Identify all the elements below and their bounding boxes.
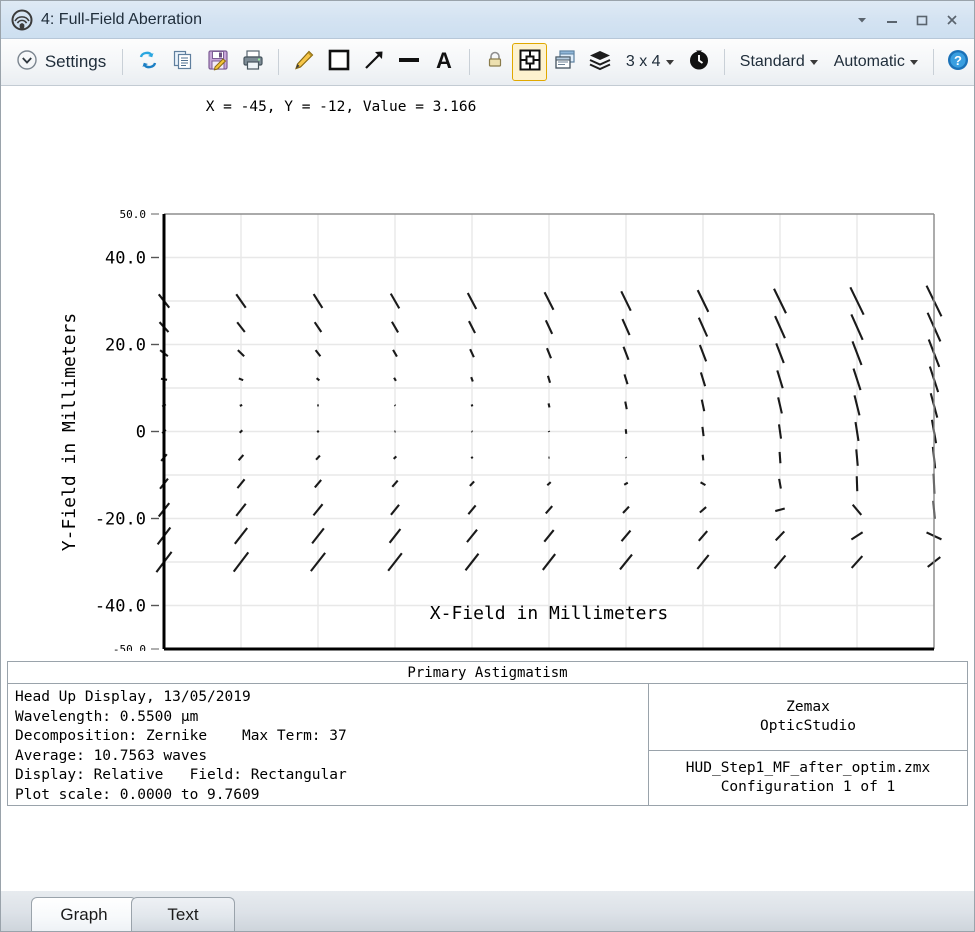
configuration-label: Configuration 1 of 1 [721,778,896,798]
plot-container: -88.5-70.8-53.1-35.4-17.7017.735.453.170… [1,86,975,651]
settings-label: Settings [45,52,106,72]
y-tick-label: -40.0 [95,597,146,617]
style-dropdown-label: Standard [740,53,805,71]
info-line: Decomposition: Zernike Max Term: 37 [15,727,648,747]
toolbar-separator [469,49,470,75]
arrow-icon [361,47,387,78]
svg-text:A: A [437,48,453,73]
draw-rectangle-button[interactable] [321,43,356,81]
toolbar-separator [122,49,123,75]
window-menu-button[interactable] [848,7,876,33]
info-line: Head Up Display, 13/05/2019 [15,688,648,708]
toolbar-separator [933,49,934,75]
save-icon [206,48,230,77]
draw-line-button[interactable] [392,43,427,81]
info-panel-body: Head Up Display, 13/05/2019 Wavelength: … [8,684,967,805]
file-name: HUD_Step1_MF_after_optim.zmx [686,759,930,779]
y-tick-label: -50.0 [113,643,146,651]
lock-button[interactable] [477,43,512,81]
application-window: 4: Full-Field Aberration [0,0,975,932]
annotate-pencil-button[interactable] [286,43,321,81]
tab-graph[interactable]: Graph [31,897,137,931]
info-right-column: Zemax OpticStudio HUD_Step1_MF_after_opt… [649,684,967,805]
y-tick-label: 50.0 [120,208,147,221]
info-line: Plot scale: 0.0000 to 9.7609 [15,786,648,806]
tab-graph-label: Graph [60,905,107,925]
text-a-icon: A [431,47,457,78]
refresh-button[interactable] [130,43,165,81]
copy-button[interactable] [165,43,200,81]
client-area: -88.5-70.8-53.1-35.4-17.7017.735.453.170… [1,86,975,891]
y-tick-label: 40.0 [105,249,146,269]
line-icon [396,47,422,78]
file-box: HUD_Step1_MF_after_optim.zmx Configurati… [649,751,967,805]
info-line: Wavelength: 0.5500 µm [15,708,648,728]
brand-line: Zemax [786,698,830,718]
tab-text[interactable]: Text [131,897,235,931]
plot-tick-labels: -88.5-70.8-53.1-35.4-17.7017.735.453.170… [95,208,953,651]
info-line: Average: 10.7563 waves [15,747,648,767]
info-details: Head Up Display, 13/05/2019 Wavelength: … [8,684,649,805]
grid-size-dropdown[interactable]: 3 x 4 [618,44,682,80]
layers-icon [588,48,612,77]
scale-dropdown[interactable]: Automatic [826,44,926,80]
close-button[interactable] [938,7,966,33]
pencil-icon [292,48,316,77]
chevron-down-circle-icon [16,49,38,76]
settings-button[interactable]: Settings [9,43,115,81]
brand-line: OpticStudio [760,717,856,737]
toolbar-separator [278,49,279,75]
svg-text:?: ? [954,53,962,68]
print-icon [241,48,265,77]
info-panel-title: Primary Astigmatism [8,662,967,684]
y-tick-label: -20.0 [95,510,146,530]
timer-button[interactable] [682,43,717,81]
y-tick-label: 20.0 [105,336,146,356]
minimize-button[interactable] [878,7,906,33]
toolbar: Settings [1,39,975,86]
layers-button[interactable] [583,43,618,81]
window-controls [848,7,975,33]
refresh-icon [136,48,160,77]
tab-strip: Graph Text [1,891,975,932]
chevron-down-icon [810,60,818,65]
info-panel: Primary Astigmatism Head Up Display, 13/… [7,661,968,806]
draw-arrow-button[interactable] [356,43,391,81]
print-button[interactable] [236,43,271,81]
toolbar-separator [724,49,725,75]
clone-window-icon [553,48,577,77]
scale-dropdown-label: Automatic [834,53,905,71]
tab-text-label: Text [167,905,198,925]
plot-readout-title: X = -45, Y = -12, Value = 3.166 [206,99,477,115]
add-text-button[interactable]: A [427,43,462,81]
help-button[interactable]: ? [941,43,975,81]
title-bar: 4: Full-Field Aberration [1,1,975,39]
square-icon [326,47,352,78]
full-field-aberration-plot[interactable]: -88.5-70.8-53.1-35.4-17.7017.735.453.170… [1,86,975,651]
clone-window-button[interactable] [547,43,582,81]
brand-box: Zemax OpticStudio [649,684,967,751]
clock-icon [687,48,711,77]
grid-window-icon [518,48,542,77]
style-dropdown[interactable]: Standard [732,44,826,80]
lens-icon [7,5,37,35]
lock-icon [484,49,506,76]
copy-icon [171,48,195,77]
x-axis-label: X-Field in Millimeters [430,603,668,624]
window-title: 4: Full-Field Aberration [41,11,202,29]
grid-size-label: 3 x 4 [626,53,661,71]
chevron-down-icon [910,60,918,65]
y-axis-label: Y-Field in Millimeters [59,313,80,551]
maximize-button[interactable] [908,7,936,33]
save-button[interactable] [201,43,236,81]
y-tick-label: 0 [136,423,146,443]
help-icon: ? [946,48,970,77]
info-line: Display: Relative Field: Rectangular [15,766,648,786]
window-layout-button[interactable] [512,43,547,81]
chevron-down-icon [666,60,674,65]
